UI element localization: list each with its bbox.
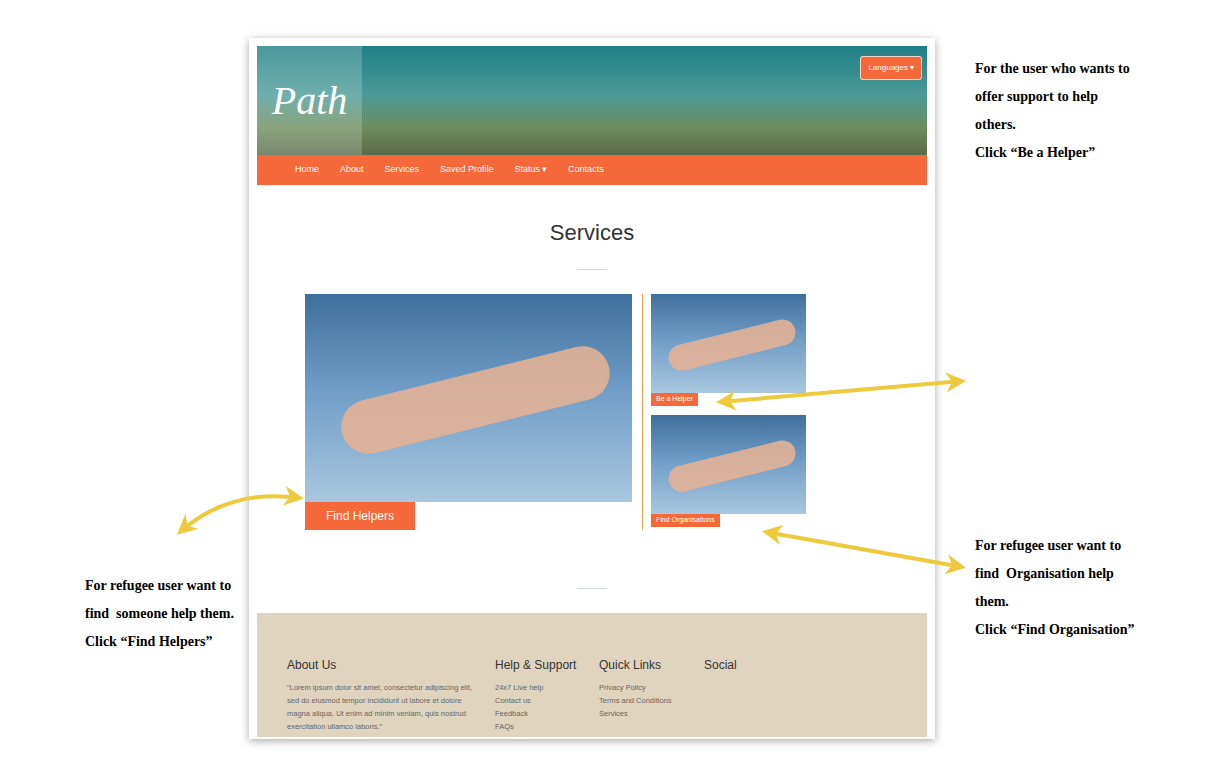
nav-item[interactable]: Services: [385, 163, 420, 177]
nav-item[interactable]: Home: [295, 163, 319, 177]
nav-bar: Home About Services Saved Profile Status▾ Con…: [257, 155, 927, 185]
side-service: Find Organisations: [651, 415, 806, 527]
footer-title: Social: [704, 657, 794, 673]
footer-link[interactable]: Contact us: [495, 694, 599, 707]
annotation: For the user who wants tooffer support t…: [975, 55, 1130, 167]
service-image: [305, 294, 632, 502]
footer-link[interactable]: Feedback: [495, 707, 599, 720]
footer-title: Help & Support: [495, 657, 599, 673]
footer-column: Quick Links Privacy PolicyTerms and Condi…: [599, 657, 704, 733]
footer-link[interactable]: FAQs: [495, 720, 599, 733]
footer-link: sed do eiusmod tempor incididunt ut labo…: [287, 694, 495, 707]
annotation: For refugee user want tofind Organisatio…: [975, 532, 1134, 644]
footer-title: About Us: [287, 657, 495, 673]
footer-link[interactable]: Services: [599, 707, 704, 720]
footer-column: About Us “Lorem ipsum dolor sit amet, con…: [287, 657, 495, 733]
header-banner: Path Languages▾: [257, 46, 927, 155]
footer: About Us “Lorem ipsum dolor sit amet, con…: [257, 613, 927, 737]
footer-link[interactable]: Terms and Conditions: [599, 694, 704, 707]
footer-column: Social: [704, 657, 794, 733]
hands-shape: [335, 341, 615, 460]
service-image: [651, 415, 806, 514]
side-services: Be a Helper Find Organisations: [651, 294, 806, 530]
find-helpers-button[interactable]: Find Helpers: [305, 502, 415, 530]
arrow-icon: [720, 381, 962, 402]
footer-link[interactable]: Privacy Policy: [599, 681, 704, 694]
nav-item[interactable]: Status▾: [515, 163, 548, 177]
divider: [577, 269, 607, 270]
footer-link: magna aliqua. Ut enim ad minim veniam, q…: [287, 707, 495, 720]
hands-shape: [665, 316, 798, 372]
services-section: Services: [257, 185, 927, 270]
footer-link: exercitation ullamco laboris.”: [287, 720, 495, 733]
page-title: Services: [550, 220, 634, 246]
nav-item[interactable]: Saved Profile: [440, 163, 494, 177]
logo-area: Path: [257, 46, 362, 155]
hands-shape: [665, 437, 798, 493]
site-mockup: Path Languages▾ Home About Services Saved Pro…: [249, 38, 935, 739]
service-image: [651, 294, 806, 393]
nav-item[interactable]: About: [340, 163, 364, 177]
services-row: Find Helpers Be a Helper Find Organisation…: [257, 294, 927, 530]
annotation-arrows: [0, 0, 1224, 776]
nav-item[interactable]: Contacts: [568, 163, 604, 177]
footer-link: “Lorem ipsum dolor sit amet, consectetur…: [287, 681, 495, 694]
service-button[interactable]: Find Organisations: [651, 514, 720, 527]
languages-button[interactable]: Languages▾: [860, 56, 922, 80]
service-button[interactable]: Be a Helper: [651, 393, 698, 406]
main-service: Find Helpers: [305, 294, 632, 530]
footer-title: Quick Links: [599, 657, 704, 673]
side-service: Be a Helper: [651, 294, 806, 406]
caret-icon: ▾: [542, 163, 547, 177]
logo[interactable]: Path: [272, 81, 348, 121]
arrow-icon: [766, 532, 962, 567]
footer-link[interactable]: 24x7 Live help: [495, 681, 599, 694]
vertical-divider: [642, 294, 643, 530]
footer-column: Help & Support 24x7 Live helpContact usFe…: [495, 657, 599, 733]
arrow-icon: [180, 496, 300, 532]
divider: [577, 588, 607, 589]
page: Path Languages▾ Home About Services Saved Pro…: [0, 0, 1224, 776]
caret-icon: ▾: [910, 62, 914, 74]
annotation: For refugee user want tofind someone hel…: [85, 572, 234, 656]
